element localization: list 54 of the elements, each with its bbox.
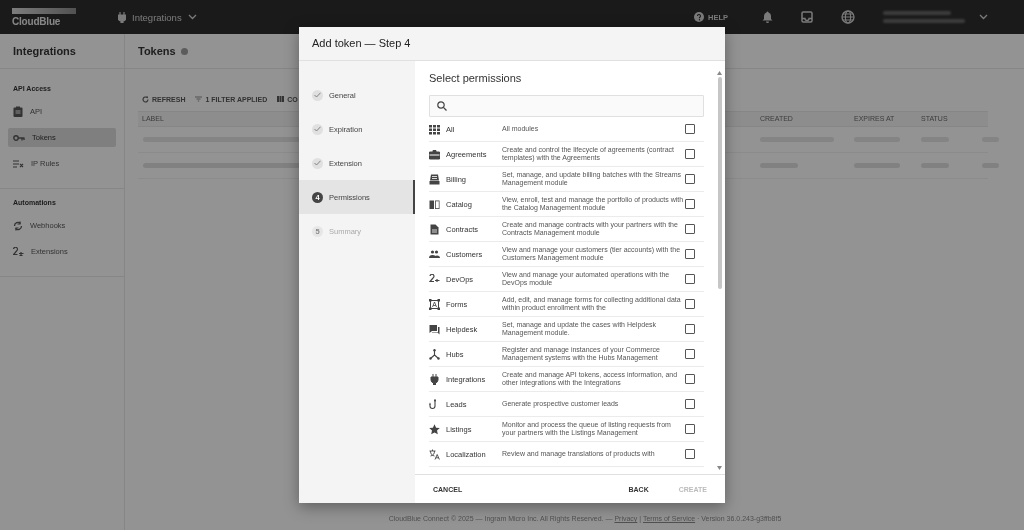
- key-icon: [13, 133, 25, 142]
- checkbox[interactable]: [685, 274, 695, 284]
- hub-icon: [429, 348, 440, 360]
- clipboard-icon: [13, 106, 23, 117]
- checkbox[interactable]: [685, 174, 695, 184]
- plug-icon: [118, 11, 126, 23]
- search-icon: [437, 101, 447, 111]
- scroll-up-icon[interactable]: [717, 71, 722, 75]
- document-icon: [429, 223, 440, 235]
- checkbox[interactable]: [685, 449, 695, 459]
- checkbox[interactable]: [685, 124, 695, 134]
- logo[interactable]: CloudBlue: [12, 15, 92, 27]
- chevron-down-icon[interactable]: [979, 14, 988, 20]
- form-icon: [429, 298, 440, 310]
- scroll-down-icon[interactable]: [717, 466, 722, 470]
- printer-icon: [429, 173, 440, 185]
- chevron-down-icon: [187, 14, 197, 20]
- checkbox[interactable]: [685, 149, 695, 159]
- logo-bar: [12, 7, 76, 14]
- checkbox[interactable]: [685, 249, 695, 259]
- rules-icon: [13, 159, 24, 168]
- checkbox[interactable]: [685, 399, 695, 409]
- scrollbar-thumb[interactable]: [717, 77, 722, 289]
- filter-icon: [195, 96, 203, 102]
- help-icon: [694, 12, 704, 22]
- briefcase-icon: [429, 148, 440, 160]
- checkbox[interactable]: [685, 299, 695, 309]
- search-field[interactable]: [429, 95, 704, 117]
- checkbox[interactable]: [685, 349, 695, 359]
- grid-icon: [429, 123, 440, 135]
- page-title: Tokens: [138, 45, 176, 57]
- bell-icon[interactable]: [762, 11, 773, 23]
- checkbox[interactable]: [685, 324, 695, 334]
- refresh-icon: [142, 95, 149, 103]
- star-icon: [429, 423, 440, 435]
- module-switcher[interactable]: Integrations: [118, 11, 197, 23]
- checkbox[interactable]: [685, 424, 695, 434]
- section-title: Select permissions: [429, 72, 523, 86]
- checkbox[interactable]: [685, 224, 695, 234]
- checkbox[interactable]: [685, 199, 695, 209]
- columns-icon: [277, 96, 285, 102]
- chat-icon: [429, 323, 440, 335]
- sync-icon: [13, 220, 23, 231]
- checkbox[interactable]: [685, 374, 695, 384]
- devops-icon: [429, 273, 440, 285]
- sidebar-title: Integrations: [0, 34, 124, 69]
- book-icon: [429, 198, 440, 210]
- inbox-icon[interactable]: [801, 11, 813, 23]
- extension-icon: [13, 246, 24, 257]
- dialog-title: Add token — Step 4: [299, 27, 725, 61]
- people-icon: [429, 248, 440, 260]
- plug-icon: [429, 373, 440, 385]
- translate-icon: [429, 448, 440, 460]
- globe-icon[interactable]: [841, 10, 855, 24]
